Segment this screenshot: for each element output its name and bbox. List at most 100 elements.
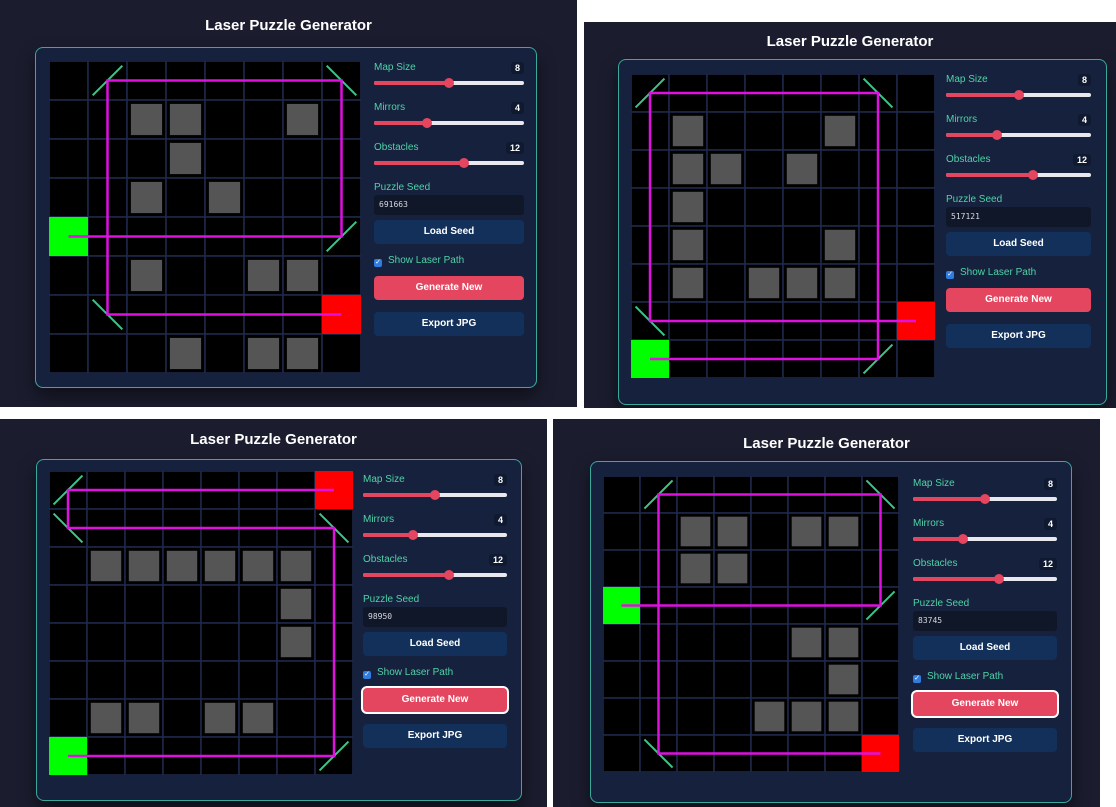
grid-cell[interactable] bbox=[200, 660, 240, 700]
mirrors-slider[interactable] bbox=[374, 118, 524, 128]
grid-cell[interactable] bbox=[124, 660, 164, 700]
grid-cell[interactable] bbox=[713, 697, 752, 736]
seed-input[interactable]: 517121 bbox=[946, 207, 1091, 227]
map-size-slider[interactable] bbox=[363, 490, 507, 500]
slider-thumb[interactable] bbox=[980, 494, 990, 504]
load-seed-button[interactable]: Load Seed bbox=[946, 232, 1091, 256]
grid-cell[interactable] bbox=[124, 622, 164, 662]
grid-cell[interactable] bbox=[603, 549, 641, 588]
grid-cell[interactable] bbox=[782, 187, 822, 227]
grid-cell[interactable] bbox=[896, 187, 935, 227]
grid-cell[interactable] bbox=[276, 660, 316, 700]
map-size-slider[interactable] bbox=[374, 78, 524, 88]
grid-cell[interactable] bbox=[787, 660, 826, 699]
grid-cell[interactable] bbox=[896, 339, 935, 378]
generate-button[interactable]: Generate New bbox=[946, 288, 1091, 312]
export-button[interactable]: Export JPG bbox=[374, 312, 524, 336]
load-seed-button[interactable]: Load Seed bbox=[913, 636, 1057, 660]
grid-cell[interactable] bbox=[243, 138, 284, 179]
grid-cell[interactable] bbox=[603, 660, 641, 699]
grid-cell[interactable] bbox=[200, 584, 240, 624]
grid-cell[interactable] bbox=[603, 512, 641, 551]
puzzle-board[interactable] bbox=[631, 74, 935, 378]
grid-cell[interactable] bbox=[896, 74, 935, 113]
grid-cell[interactable] bbox=[162, 698, 202, 738]
grid-cell[interactable] bbox=[126, 138, 167, 179]
checkbox-check-icon[interactable]: ✓ bbox=[374, 259, 382, 267]
grid-cell[interactable] bbox=[321, 333, 361, 373]
grid-cell[interactable] bbox=[49, 584, 88, 624]
checkbox-check-icon[interactable]: ✓ bbox=[913, 675, 921, 683]
grid-cell[interactable] bbox=[706, 263, 746, 303]
grid-cell[interactable] bbox=[896, 149, 935, 189]
grid-cell[interactable] bbox=[238, 584, 278, 624]
slider-thumb[interactable] bbox=[1028, 170, 1038, 180]
grid-cell[interactable] bbox=[603, 734, 641, 772]
grid-cell[interactable] bbox=[243, 99, 284, 140]
grid-cell[interactable] bbox=[49, 99, 89, 140]
grid-cell[interactable] bbox=[744, 111, 784, 151]
grid-cell[interactable] bbox=[162, 584, 202, 624]
grid-cell[interactable] bbox=[86, 584, 126, 624]
grid-cell[interactable] bbox=[750, 623, 789, 662]
grid-cell[interactable] bbox=[282, 177, 323, 218]
grid-cell[interactable] bbox=[49, 622, 88, 662]
export-button[interactable]: Export JPG bbox=[363, 724, 507, 748]
grid-cell[interactable] bbox=[49, 177, 89, 218]
mirrors-slider[interactable] bbox=[946, 130, 1091, 140]
slider-thumb[interactable] bbox=[994, 574, 1005, 584]
grid-cell[interactable] bbox=[124, 584, 164, 624]
grid-cell[interactable] bbox=[238, 660, 278, 700]
grid-cell[interactable] bbox=[820, 149, 860, 189]
grid-cell[interactable] bbox=[204, 138, 245, 179]
grid-cell[interactable] bbox=[706, 225, 746, 265]
grid-cell[interactable] bbox=[713, 660, 752, 699]
grid-cell[interactable] bbox=[200, 622, 240, 662]
checkbox-check-icon[interactable]: ✓ bbox=[946, 271, 954, 279]
grid-cell[interactable] bbox=[49, 660, 88, 700]
grid-cell[interactable] bbox=[750, 549, 789, 588]
grid-cell[interactable] bbox=[896, 263, 935, 303]
load-seed-button[interactable]: Load Seed bbox=[363, 632, 507, 656]
grid-cell[interactable] bbox=[204, 333, 245, 373]
seed-input[interactable]: 98950 bbox=[363, 607, 507, 627]
grid-cell[interactable] bbox=[162, 622, 202, 662]
checkbox-check-icon[interactable]: ✓ bbox=[363, 671, 371, 679]
grid-cell[interactable] bbox=[713, 623, 752, 662]
obstacles-slider[interactable] bbox=[946, 170, 1091, 180]
show-path-checkbox[interactable]: ✓ Show Laser Path bbox=[374, 254, 524, 268]
generate-button[interactable]: Generate New bbox=[913, 692, 1057, 716]
grid-cell[interactable] bbox=[861, 660, 899, 699]
grid-cell[interactable] bbox=[126, 333, 167, 373]
grid-cell[interactable] bbox=[744, 149, 784, 189]
grid-cell[interactable] bbox=[165, 255, 206, 296]
grid-cell[interactable] bbox=[896, 111, 935, 151]
grid-cell[interactable] bbox=[861, 623, 899, 662]
grid-cell[interactable] bbox=[744, 187, 784, 227]
grid-cell[interactable] bbox=[49, 255, 89, 296]
grid-cell[interactable] bbox=[243, 177, 284, 218]
slider-thumb[interactable] bbox=[408, 530, 419, 540]
slider-thumb[interactable] bbox=[430, 490, 440, 500]
slider-thumb[interactable] bbox=[991, 130, 1002, 140]
grid-cell[interactable] bbox=[204, 99, 245, 140]
grid-cell[interactable] bbox=[276, 698, 316, 738]
grid-cell[interactable] bbox=[896, 225, 935, 265]
puzzle-board[interactable] bbox=[49, 61, 361, 373]
grid-cell[interactable] bbox=[86, 622, 126, 662]
grid-cell[interactable] bbox=[86, 660, 126, 700]
slider-thumb[interactable] bbox=[421, 118, 432, 128]
slider-thumb[interactable] bbox=[459, 158, 469, 168]
grid-cell[interactable] bbox=[861, 697, 899, 736]
grid-cell[interactable] bbox=[603, 697, 641, 736]
obstacles-slider[interactable] bbox=[363, 570, 507, 580]
mirrors-slider[interactable] bbox=[363, 530, 507, 540]
grid-cell[interactable] bbox=[824, 549, 863, 588]
grid-cell[interactable] bbox=[744, 225, 784, 265]
grid-cell[interactable] bbox=[49, 294, 89, 335]
grid-cell[interactable] bbox=[676, 660, 715, 699]
grid-cell[interactable] bbox=[820, 187, 860, 227]
map-size-slider[interactable] bbox=[946, 90, 1091, 100]
generate-button[interactable]: Generate New bbox=[374, 276, 524, 300]
slider-thumb[interactable] bbox=[1013, 90, 1024, 100]
